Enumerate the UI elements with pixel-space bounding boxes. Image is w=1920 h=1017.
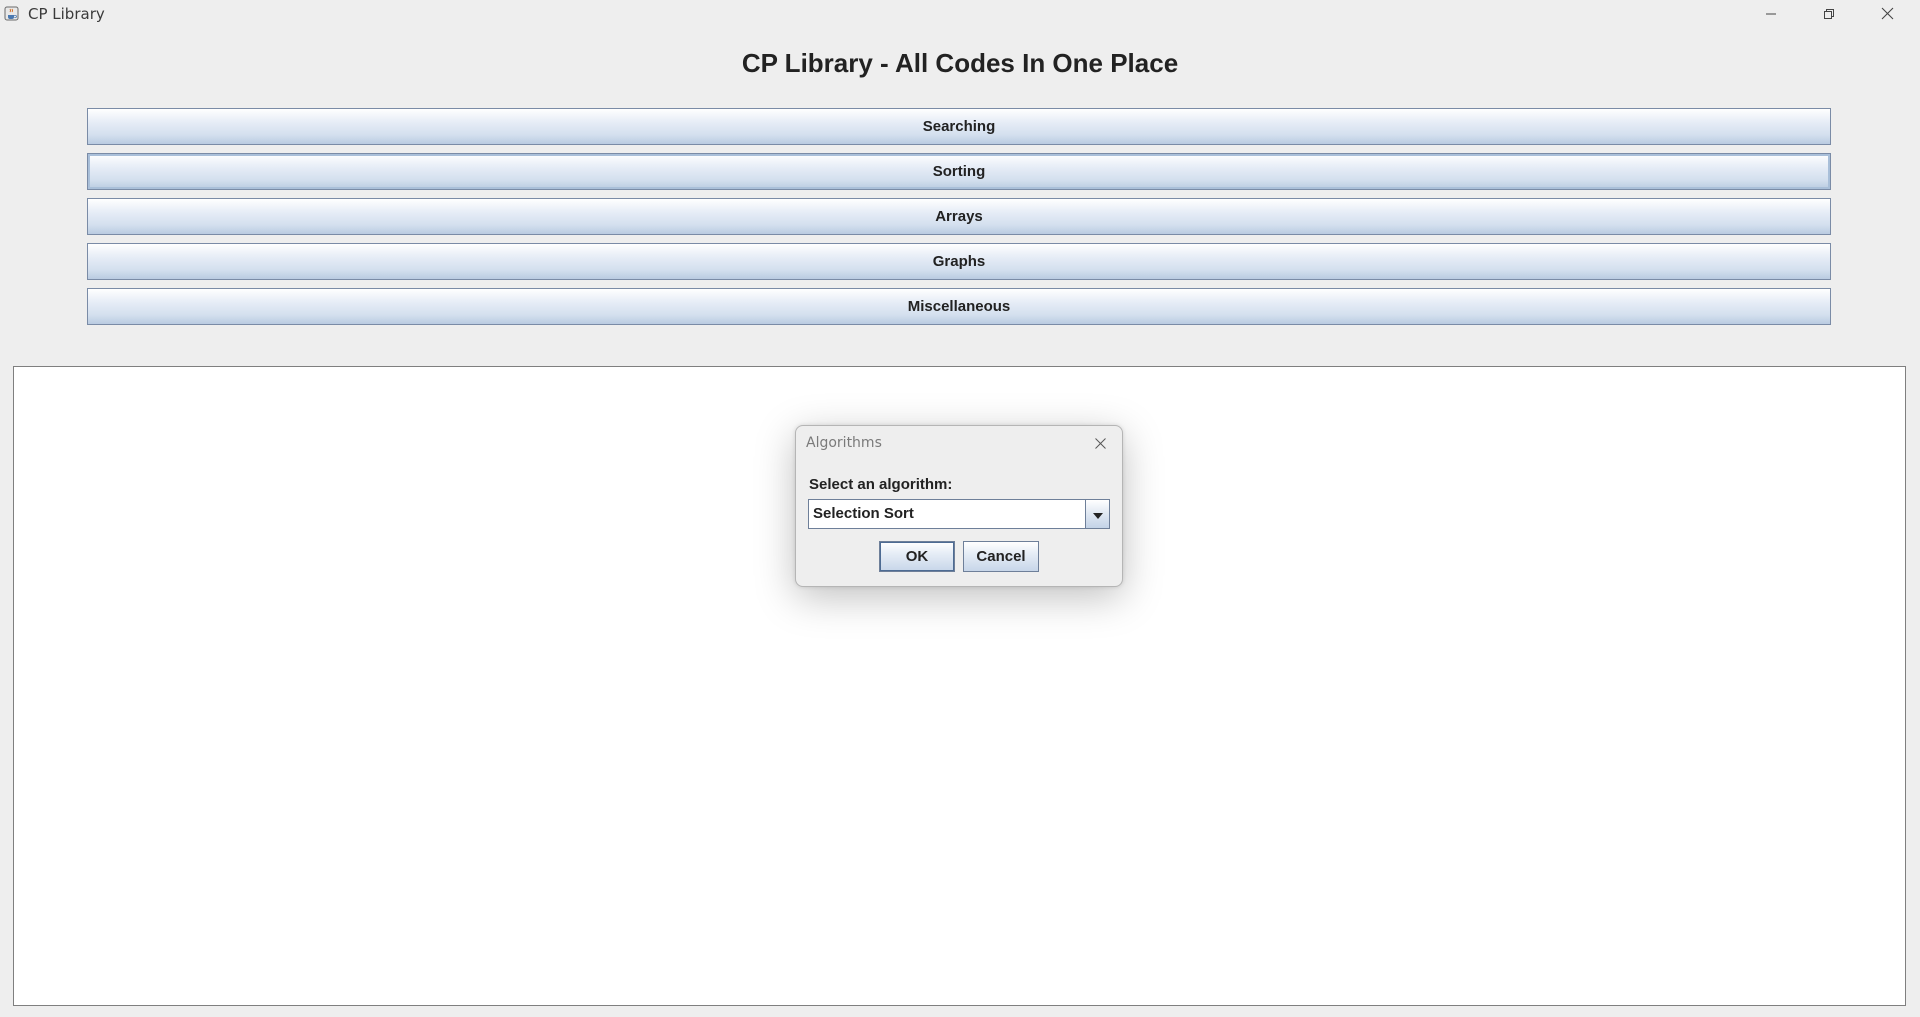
close-icon: [1094, 435, 1107, 454]
algorithm-dropdown[interactable]: Selection Sort: [808, 499, 1110, 529]
cancel-button[interactable]: Cancel: [963, 541, 1039, 572]
dialog-close-button[interactable]: [1086, 432, 1114, 456]
window-titlebar: CP Library: [0, 0, 1920, 29]
miscellaneous-button[interactable]: Miscellaneous: [87, 288, 1831, 325]
sorting-button[interactable]: Sorting: [87, 153, 1831, 190]
minimize-button[interactable]: [1742, 0, 1800, 29]
algorithm-dropdown-value: Selection Sort: [813, 505, 914, 522]
close-button[interactable]: [1858, 0, 1916, 29]
chevron-down-icon: [1092, 505, 1104, 524]
minimize-icon: [1765, 5, 1777, 24]
ok-button[interactable]: OK: [879, 541, 955, 572]
java-cup-icon: [4, 6, 19, 21]
window-title: CP Library: [28, 5, 105, 23]
algorithms-dialog: Algorithms Select an algorithm: Selectio…: [795, 425, 1123, 587]
restore-button[interactable]: [1800, 0, 1858, 29]
graphs-button[interactable]: Graphs: [87, 243, 1831, 280]
close-icon: [1881, 5, 1894, 24]
dialog-title: Algorithms: [806, 435, 882, 451]
arrays-button[interactable]: Arrays: [87, 198, 1831, 235]
restore-icon: [1823, 5, 1835, 24]
dropdown-arrow-button[interactable]: [1085, 500, 1109, 528]
page-title: CP Library - All Codes In One Place: [741, 48, 1179, 78]
searching-button[interactable]: Searching: [87, 108, 1831, 145]
algorithm-select-label: Select an algorithm:: [809, 476, 953, 493]
